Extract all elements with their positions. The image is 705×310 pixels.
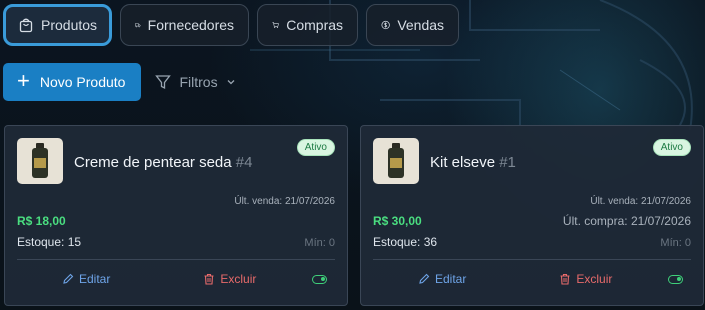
active-toggle[interactable] [668,274,683,284]
main-tabs: Produtos Fornecedores Compras Vendas [3,4,460,46]
tab-vendas[interactable]: Vendas [366,4,460,46]
product-list: Creme de pentear seda #4 Ativo Últ. vend… [4,125,704,306]
new-product-label: Novo Produto [39,74,126,90]
active-toggle[interactable] [312,274,327,284]
card-actions: Editar Excluir [373,272,691,286]
tab-label: Produtos [41,17,98,33]
filters-dropdown[interactable]: Filtros [155,74,235,90]
stock-min: Mín: 0 [304,237,335,249]
pencil-icon [63,273,74,284]
product-id: #1 [499,154,516,171]
last-purchase-date: Últ. compra: 21/07/2026 [562,214,691,228]
product-id: #4 [235,154,253,171]
new-product-button[interactable]: + Novo Produto [3,63,142,101]
chevron-down-icon [227,80,235,85]
trash-icon [560,273,570,285]
delete-label: Excluir [576,272,613,286]
filter-icon [155,75,172,90]
tab-produtos[interactable]: Produtos [3,4,113,46]
shopping-bag-icon [19,18,33,33]
status-badge: Ativo [296,139,335,156]
stock-min: Mín: 0 [660,237,691,249]
status-badge: Ativo [652,139,691,156]
truck-icon [135,23,141,28]
cart-icon [272,22,279,29]
delete-label: Excluir [220,272,257,286]
edit-label: Editar [79,272,111,286]
last-sale-date: Últ. venda: 21/07/2026 [590,196,691,207]
edit-label: Editar [435,272,467,286]
pencil-icon [419,273,430,284]
filters-label: Filtros [179,74,218,90]
product-card: Kit elseve #1 Ativo Últ. venda: 21/07/20… [360,125,704,306]
last-sale-date: Últ. venda: 21/07/2026 [234,196,335,207]
product-card: Creme de pentear seda #4 Ativo Últ. vend… [4,125,348,306]
tab-fornecedores[interactable]: Fornecedores [120,4,250,46]
product-name: Kit elseve #1 [430,154,516,171]
plus-icon: + [17,68,30,93]
delete-button[interactable]: Excluir [203,272,256,286]
tab-label: Vendas [397,17,445,33]
tab-label: Fornecedores [147,17,235,33]
product-price: R$ 30,00 [373,214,422,228]
card-actions: Editar Excluir [17,272,335,286]
trash-icon [204,273,214,285]
stock-count: Estoque: 36 [373,235,438,249]
edit-button[interactable]: Editar [418,272,466,286]
divider [17,259,335,260]
product-image [373,138,419,184]
stock-count: Estoque: 15 [17,235,82,249]
divider [373,259,691,260]
product-image [17,138,63,184]
tab-label: Compras [286,17,344,33]
dollar-circle-icon [381,20,390,30]
toolbar: + Novo Produto Filtros [3,63,236,101]
delete-button[interactable]: Excluir [559,272,612,286]
product-price: R$ 18,00 [17,214,66,228]
tab-compras[interactable]: Compras [257,4,359,46]
product-name: Creme de pentear seda #4 [74,154,253,171]
edit-button[interactable]: Editar [62,272,110,286]
